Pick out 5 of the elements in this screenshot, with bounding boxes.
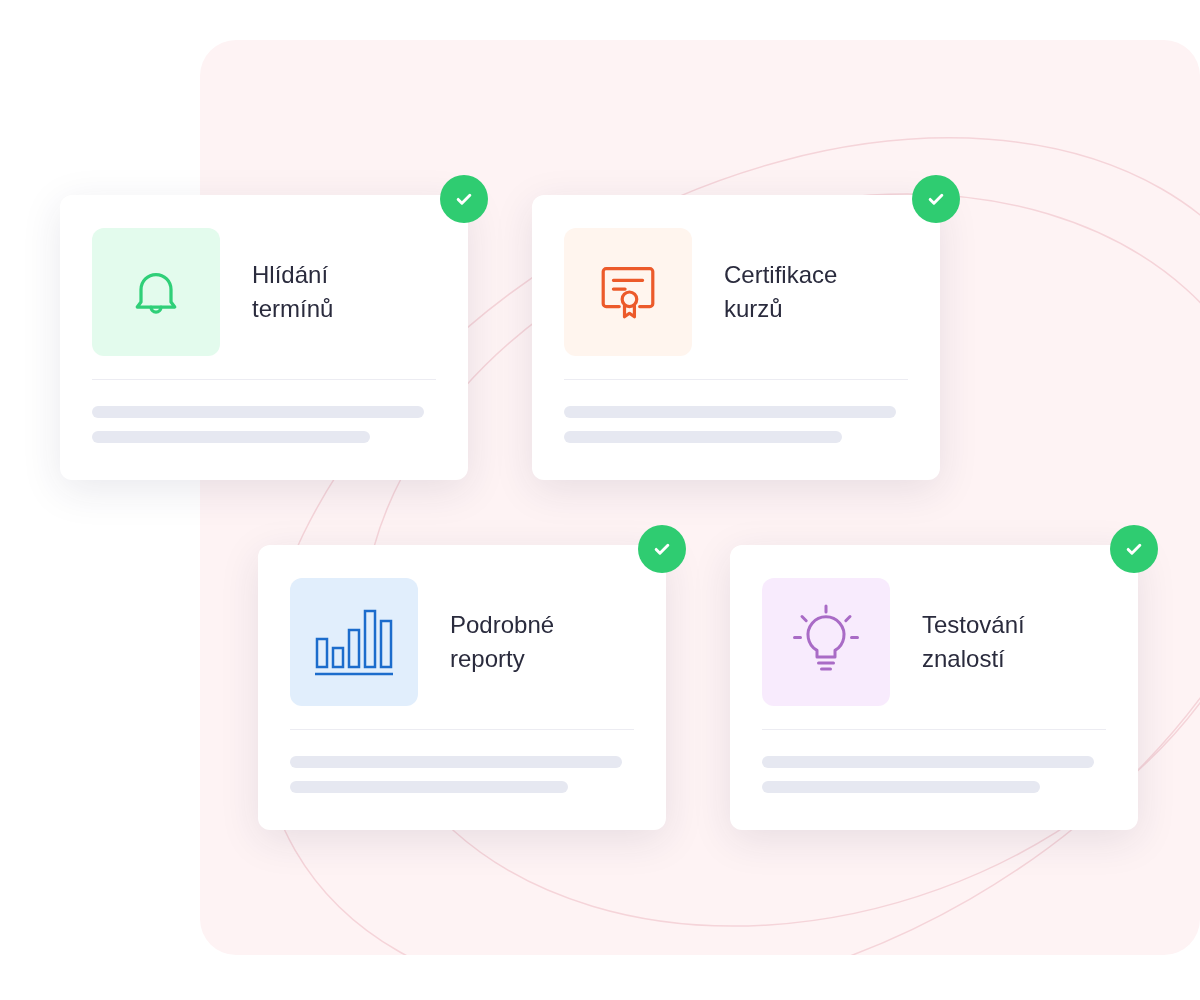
card-title: Hlídání termínů	[252, 260, 334, 324]
card-title: Certifikace kurzů	[724, 260, 838, 324]
card-title: Podrobné reporty	[450, 610, 555, 674]
card-title: Testování znalostí	[922, 610, 1025, 674]
bar-chart-icon	[314, 607, 394, 677]
